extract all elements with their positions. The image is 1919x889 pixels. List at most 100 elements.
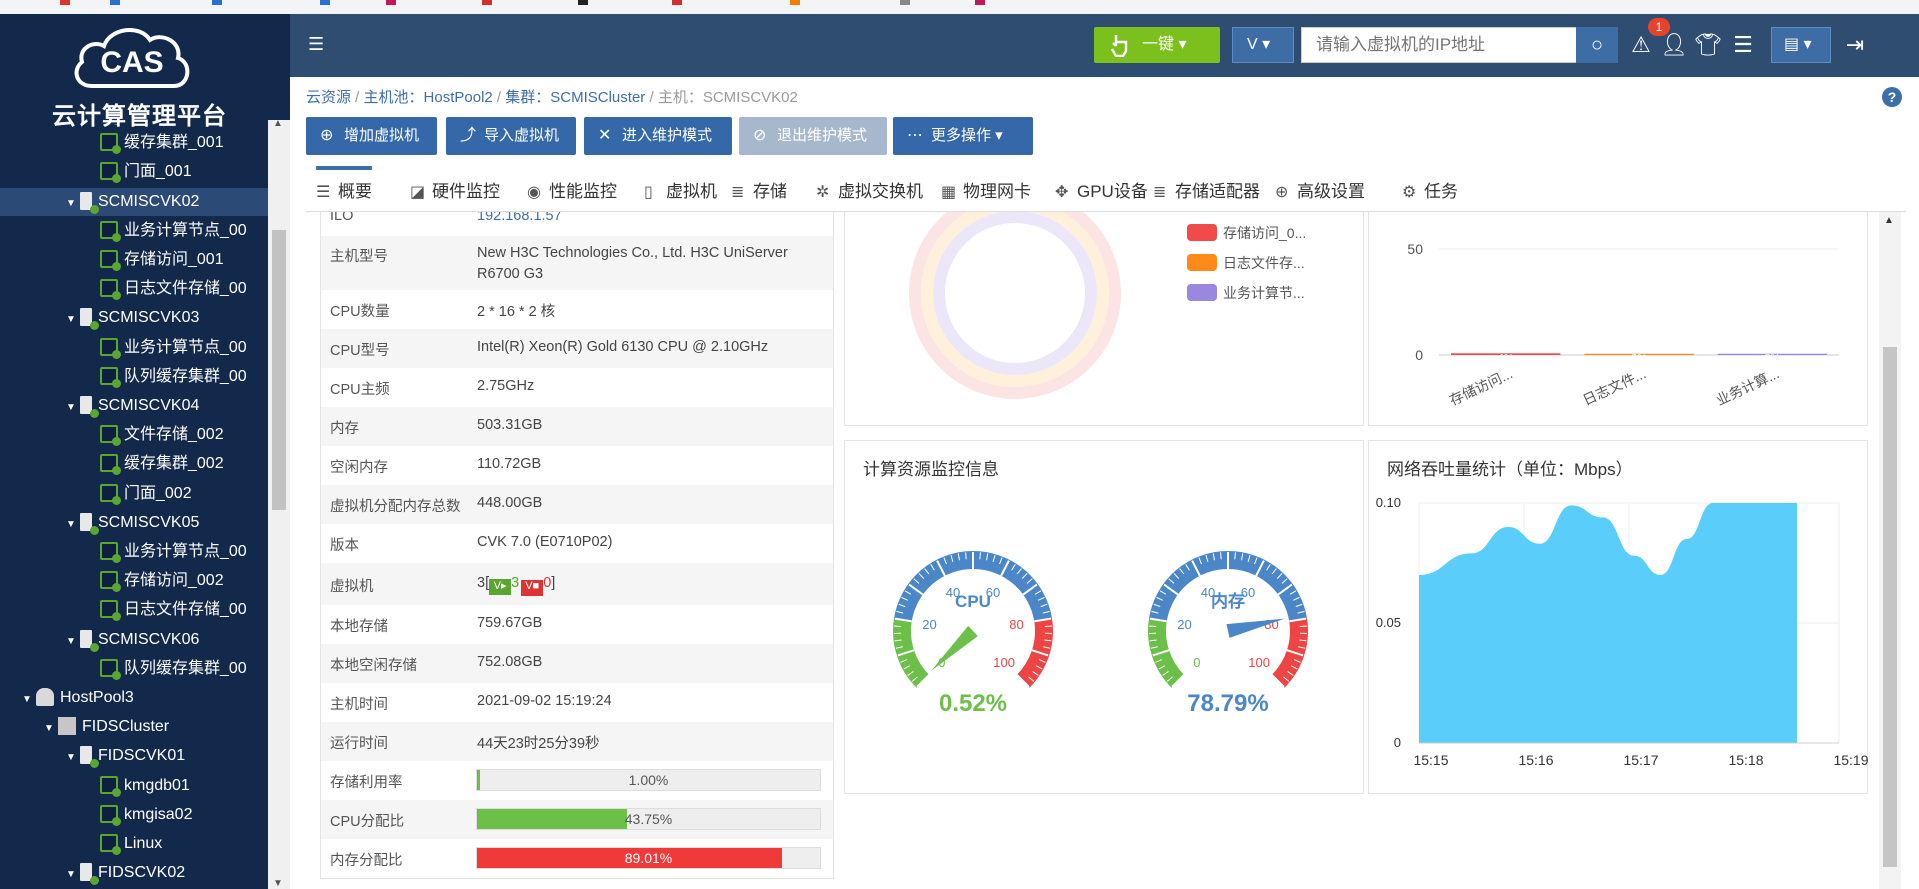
tree-item[interactable]: ▼ FIDSCluster: [0, 713, 268, 741]
help-icon[interactable]: ?: [1882, 87, 1902, 107]
summary-value: New H3C Technologies Co., Ltd. H3C UniSe…: [477, 245, 788, 261]
donut-legend-item[interactable]: 存储访问_0...: [1187, 223, 1306, 243]
breadcrumb-item[interactable]: 云资源: [306, 89, 351, 106]
tree-item[interactable]: 队列缓存集群_00: [0, 655, 268, 683]
tab-item[interactable]: ☰ 概要: [316, 166, 372, 212]
enter-maintenance-button[interactable]: ✕ 进入维护模式: [584, 117, 732, 155]
vm-icon: [100, 220, 121, 242]
expand-arrow-icon[interactable]: ▼: [66, 744, 80, 772]
tree-item[interactable]: Linux: [0, 830, 268, 858]
tab-item[interactable]: ⚙ 任务: [1402, 166, 1458, 212]
expand-arrow-icon[interactable]: ▼: [66, 306, 80, 334]
ip-search-input[interactable]: [1301, 27, 1587, 63]
sidebar-scroll-thumb[interactable]: [272, 230, 286, 510]
summary-key: CPU型号: [330, 343, 390, 359]
expand-arrow-icon[interactable]: ▼: [66, 190, 80, 218]
logout-icon[interactable]: ⇥: [1842, 32, 1868, 58]
user-icon[interactable]: 👤︎: [1660, 32, 1688, 58]
exit-maintenance-button[interactable]: ⊘ 退出维护模式: [739, 117, 887, 155]
expand-arrow-icon[interactable]: ▼: [66, 394, 80, 422]
tab-item[interactable]: ✲ 虚拟交换机: [816, 166, 923, 212]
tree-item[interactable]: 队列缓存集群_00: [0, 363, 268, 391]
tab-item[interactable]: ≣ 存储: [731, 166, 787, 212]
main-scrollbar[interactable]: ▲: [1879, 212, 1901, 889]
donut-legend-label: 日志文件存...: [1223, 255, 1305, 271]
tab-item[interactable]: ≣ 存储适配器: [1153, 166, 1260, 212]
tab-bar: ☰ 概要 ◪ 硬件监控 ◉ 性能监控 ▯ 虚拟机 ≣ 存储 ✲ 虚拟交换机 ▦ 物理网卡 ✥ GPU设备 ≣ 存储…: [306, 166, 1906, 212]
tree-item[interactable]: 门面_001: [0, 158, 268, 186]
tree-item[interactable]: ▼ SCMISCVK02: [0, 187, 268, 218]
summary-row: CPU数量 2 * 16 * 2 核: [321, 290, 833, 329]
tree-item[interactable]: kmgdb01: [0, 772, 268, 800]
x-category-label: 业务计算...: [1714, 365, 1782, 408]
tree-item[interactable]: 业务计算节点_00: [0, 217, 268, 245]
tree-item[interactable]: ▼ SCMISCVK06: [0, 626, 268, 654]
tab-item[interactable]: ▦ 物理网卡: [941, 166, 1031, 212]
vm-icon: [100, 250, 121, 271]
tree-item[interactable]: kmgisa02: [0, 801, 268, 829]
main-scroll-up-icon[interactable]: ▲: [1884, 215, 1894, 226]
main-scroll-thumb[interactable]: [1883, 347, 1897, 867]
summary-key: 版本: [330, 538, 359, 554]
more-actions-button[interactable]: ⋯ 更多操作 ▾: [893, 117, 1033, 155]
tab-item[interactable]: ◉ 性能监控: [527, 166, 617, 212]
donut-legend-item[interactable]: 业务计算节...: [1187, 283, 1305, 303]
scroll-down-icon[interactable]: ▼: [273, 878, 283, 889]
shirt-icon[interactable]: 👕︎: [1694, 32, 1722, 58]
vm-icon: [100, 425, 121, 447]
tree-item[interactable]: ▼ HostPool3: [0, 684, 268, 712]
tree-item[interactable]: ▼ FIDSCVK02: [0, 859, 268, 887]
cloud-logo-icon: CAS: [74, 27, 190, 88]
vm-icon: [100, 279, 121, 301]
sidebar-scrollbar[interactable]: ▲ ▼: [268, 118, 290, 889]
tab-item[interactable]: ⊕ 高级设置: [1275, 166, 1365, 212]
vm-usage-bar-panel: 0 50 4% 存储访问... 3% 日志文件... 3% 业务计算...: [1368, 212, 1868, 426]
vm-type-select[interactable]: V ▾: [1232, 27, 1294, 63]
tab-label: 虚拟交换机: [838, 182, 923, 201]
one-key-button[interactable]: 一键 ▾: [1094, 27, 1220, 63]
tree-item-label: 日志文件存储_00: [124, 280, 247, 298]
import-vm-button[interactable]: ⤴ 导入虚拟机: [446, 117, 576, 155]
tree-item[interactable]: ▼ SCMISCVK03: [0, 304, 268, 332]
network-throughput-chart: 0 0.05 0.10 15:15 15:16 15:17 15:18 15:19: [1376, 495, 1869, 768]
breadcrumb-item[interactable]: 主机池：HostPool2: [364, 89, 493, 106]
tree-item[interactable]: ▼ SCMISCVK04: [0, 392, 268, 420]
tree-item[interactable]: 存储访问_001: [0, 246, 268, 274]
tree-item[interactable]: ▼ FIDSCVK01: [0, 742, 268, 770]
tree-item[interactable]: 业务计算节点_00: [0, 538, 268, 566]
tree-item[interactable]: 日志文件存储_00: [0, 596, 268, 624]
tree-item[interactable]: ▼ SCMISCVK05: [0, 509, 268, 537]
tree-item[interactable]: 业务计算节点_00: [0, 334, 268, 362]
vm-icon: [100, 454, 121, 476]
tree-item[interactable]: 日志文件存储_00: [0, 275, 268, 303]
expand-arrow-icon[interactable]: ▼: [44, 715, 58, 743]
tree-item[interactable]: 文件存储_002: [0, 421, 268, 449]
list-icon[interactable]: ☰: [1730, 32, 1756, 58]
hand-pointer-icon: [1110, 35, 1128, 57]
alert-icon[interactable]: ⚠: [1628, 32, 1654, 58]
scroll-up-icon[interactable]: ▲: [273, 118, 283, 129]
tab-item[interactable]: ◪ 硬件监控: [410, 166, 500, 212]
menu-toggle-icon[interactable]: ☰: [308, 34, 330, 54]
donut-legend-item[interactable]: 日志文件存...: [1187, 253, 1305, 273]
tree-item-label: SCMISCVK03: [98, 309, 200, 327]
add-vm-button[interactable]: ⊕ 增加虚拟机: [306, 117, 437, 155]
tree-item[interactable]: 缓存集群_002: [0, 450, 268, 478]
view-select[interactable]: ▤ ▾: [1771, 27, 1831, 63]
search-button[interactable]: ○: [1576, 27, 1618, 63]
expand-arrow-icon[interactable]: ▼: [66, 628, 80, 656]
tree-item[interactable]: 门面_002: [0, 480, 268, 508]
y-tick-label: 0.10: [1376, 495, 1401, 510]
expand-arrow-icon[interactable]: ▼: [66, 861, 80, 889]
expand-arrow-icon[interactable]: ▼: [22, 686, 36, 714]
expand-arrow-icon[interactable]: ▼: [66, 511, 80, 539]
tab-item[interactable]: ✥ GPU设备: [1055, 166, 1148, 212]
tree-item-label: FIDSCVK02: [98, 864, 186, 882]
tree-item[interactable]: 缓存集群_001: [0, 129, 268, 157]
ban-icon: ⊘: [753, 127, 767, 144]
tree-item[interactable]: 存储访问_002: [0, 567, 268, 595]
gauge-tick: [1220, 552, 1222, 560]
breadcrumb-item[interactable]: 集群：SCMISCluster: [505, 89, 645, 106]
enter-maintenance-label: 进入维护模式: [622, 127, 713, 144]
tab-item[interactable]: ▯ 虚拟机: [644, 166, 717, 212]
